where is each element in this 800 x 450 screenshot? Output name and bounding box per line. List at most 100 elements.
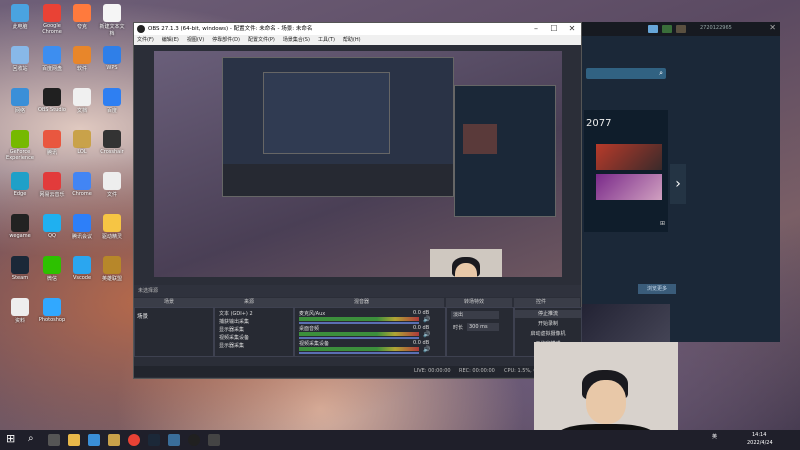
- source-item[interactable]: 显示器采集: [219, 342, 244, 349]
- browse-more-button[interactable]: 浏览更多: [638, 284, 676, 294]
- obs-preview[interactable]: [154, 51, 562, 277]
- steam-banner[interactable]: [580, 304, 670, 342]
- search-icon[interactable]: ⌕: [659, 69, 663, 78]
- steam-username[interactable]: 2720122965: [700, 25, 732, 31]
- clock-date[interactable]: 2022/4/24: [747, 440, 773, 446]
- desktop-icon[interactable]: 文档: [68, 88, 96, 114]
- app-icon[interactable]: [208, 434, 220, 446]
- desktop-icon[interactable]: wegame: [6, 214, 34, 239]
- duration-input[interactable]: 300 ms: [467, 323, 499, 331]
- lol-icon[interactable]: [108, 434, 120, 446]
- desktop-icon[interactable]: 文件: [98, 172, 126, 198]
- desktop-icon[interactable]: 此电脑: [6, 4, 34, 30]
- source-item[interactable]: 显示器采集: [219, 326, 244, 333]
- desktop-icon[interactable]: 驱动精灵: [98, 214, 126, 240]
- desktop-icon[interactable]: Photoshop: [38, 298, 66, 323]
- desktop-icon[interactable]: 腾讯会议: [68, 214, 96, 240]
- desktop-icon[interactable]: 软件: [68, 46, 96, 72]
- task-view-icon[interactable]: [48, 434, 60, 446]
- speaker-icon[interactable]: 🔊: [423, 346, 430, 353]
- windows-start-icon[interactable]: ⊞: [6, 432, 15, 445]
- app-icon: [43, 88, 61, 106]
- desktop-icon[interactable]: Edge: [6, 172, 34, 197]
- steam-close-icon[interactable]: ✕: [769, 23, 776, 32]
- desktop-icon-label: Google Chrome: [42, 23, 62, 35]
- menu-item[interactable]: 编辑(E): [162, 37, 179, 43]
- steam-thumbnail[interactable]: [596, 174, 662, 200]
- volume-slider[interactable]: [299, 352, 419, 354]
- close-icon[interactable]: ✕: [563, 23, 581, 35]
- clock-time[interactable]: 14:14: [752, 432, 766, 438]
- steam-icon[interactable]: [148, 434, 160, 446]
- source-item[interactable]: 视频采集设备: [219, 334, 249, 341]
- desktop-icon[interactable]: Steam: [6, 256, 34, 281]
- chrome-icon[interactable]: [128, 434, 140, 446]
- desktop-icon[interactable]: 回收站: [6, 46, 34, 72]
- control-button[interactable]: 开始录制: [515, 320, 581, 328]
- steam-featured-card[interactable]: 2077 ⊞: [584, 110, 668, 232]
- file-explorer-icon[interactable]: [68, 434, 80, 446]
- menu-item[interactable]: 停靠部件(D): [212, 37, 240, 43]
- steam-avatar[interactable]: [676, 25, 686, 33]
- transition-select[interactable]: 淡出: [451, 311, 499, 319]
- desktop-icon[interactable]: Vscode: [68, 256, 96, 281]
- app-icon[interactable]: [168, 434, 180, 446]
- desktop-icon-label: 此电脑: [12, 24, 28, 30]
- desktop-icon[interactable]: 微信: [38, 256, 66, 282]
- menu-item[interactable]: 工具(T): [318, 37, 335, 43]
- volume-slider[interactable]: [299, 322, 419, 324]
- desktop-icon[interactable]: 网络: [6, 88, 34, 114]
- steam-friends-icon[interactable]: [648, 25, 658, 33]
- desktop-icon[interactable]: QQ: [38, 214, 66, 239]
- minimize-icon[interactable]: –: [527, 23, 545, 35]
- desktop-icon-label: 新建文本文档: [99, 24, 125, 37]
- desktop-icon[interactable]: WPS: [98, 46, 126, 71]
- menu-item[interactable]: 文件(F): [137, 37, 154, 43]
- speaker-icon[interactable]: 🔊: [423, 316, 430, 323]
- app-icon: [73, 4, 91, 22]
- menu-item[interactable]: 视图(V): [187, 37, 204, 43]
- desktop-icon[interactable]: 资料: [6, 298, 34, 324]
- desktop-icon[interactable]: Chrome: [68, 172, 96, 197]
- menu-item[interactable]: 场景集合(S): [283, 37, 310, 43]
- obs-icon[interactable]: [188, 434, 200, 446]
- desktop-icon-label: Steam: [11, 275, 29, 281]
- scenes-header: 场景: [134, 298, 214, 307]
- control-button[interactable]: 启动虚拟摄像机: [515, 330, 581, 338]
- app-icon[interactable]: [88, 434, 100, 446]
- menu-item[interactable]: 帮助(H): [343, 37, 361, 43]
- desktop-icon[interactable]: Crosshair: [98, 130, 126, 155]
- steam-window[interactable]: 2720122965 ✕ ⌕ 2077 ⊞ › 浏览更多: [578, 22, 780, 342]
- steam-thumbnail[interactable]: [596, 144, 662, 170]
- desktop-icon[interactable]: 百度网盘: [38, 46, 66, 72]
- desktop-icon[interactable]: 新建文本文档: [98, 4, 126, 37]
- volume-slider[interactable]: [299, 337, 419, 339]
- source-item[interactable]: 文本 (GDI+) 2: [219, 310, 253, 317]
- menu-item[interactable]: 配置文件(P): [248, 37, 275, 43]
- app-icon: [103, 256, 121, 274]
- scene-item[interactable]: 场景: [137, 312, 148, 320]
- desktop-icon-label: 网易云音乐: [39, 192, 65, 198]
- speaker-icon[interactable]: 🔊: [423, 331, 430, 338]
- language-indicator[interactable]: 英: [712, 433, 717, 440]
- desktop-icon[interactable]: GeForce Experience: [6, 130, 34, 161]
- search-icon[interactable]: ⌕: [28, 433, 34, 444]
- desktop-icon[interactable]: 英雄联盟: [98, 256, 126, 282]
- source-item[interactable]: 捕获输出采集: [219, 318, 249, 325]
- desktop-icon[interactable]: 百度: [98, 88, 126, 114]
- desktop-icon[interactable]: 夸克: [68, 4, 96, 30]
- nested-obs-panels: [223, 164, 453, 196]
- desktop-icon[interactable]: Google Chrome: [38, 4, 66, 35]
- control-button[interactable]: 停止推流: [515, 310, 581, 318]
- desktop-icon[interactable]: OBS Studio: [38, 88, 66, 113]
- sources-panel: 文本 (GDI+) 2 捕获输出采集 显示器采集 视频采集设备 显示器采集: [214, 307, 294, 357]
- steam-notification-icon[interactable]: [662, 25, 672, 33]
- desktop-icon[interactable]: LOL: [68, 130, 96, 155]
- desktop-icon[interactable]: 网易云音乐: [38, 172, 66, 198]
- obs-window[interactable]: OBS 27.1.3 (64-bit, windows) - 配置文件: 未命名…: [133, 22, 582, 379]
- desktop-icon[interactable]: 腾讯: [38, 130, 66, 156]
- chevron-right-icon[interactable]: ›: [670, 164, 686, 204]
- steam-search-input[interactable]: ⌕: [586, 68, 666, 79]
- obs-source-toolbar: 未选择源: [134, 285, 581, 297]
- maximize-icon[interactable]: ☐: [545, 23, 563, 35]
